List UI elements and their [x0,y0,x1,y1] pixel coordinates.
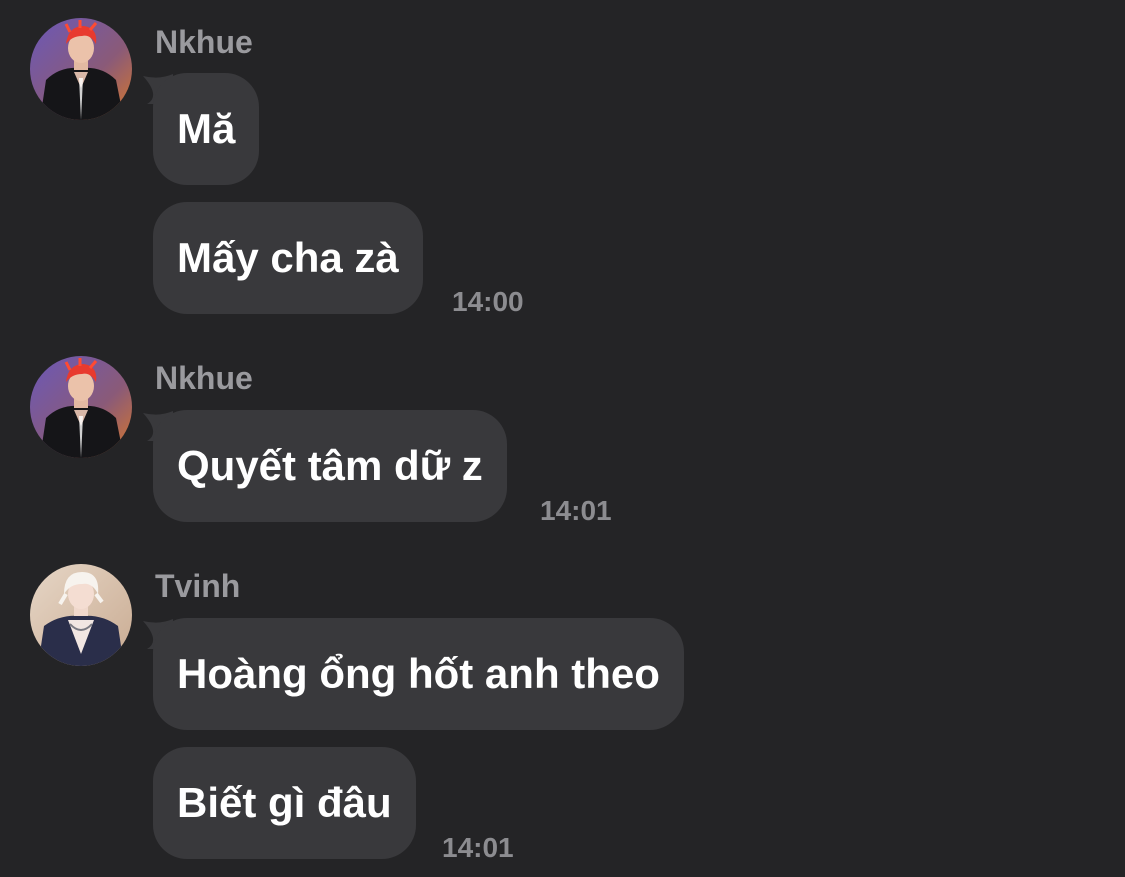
sender-name: Nkhue [155,360,253,396]
user-avatar-red-hair-icon [30,18,132,120]
message-bubble[interactable]: Mă [153,73,260,185]
sender-name: Nkhue [155,24,253,60]
user-avatar-red-hair-icon [30,356,132,458]
message-timestamp: 14:00 [452,286,524,317]
avatar-nkhue[interactable] [30,356,132,458]
message-bubble[interactable]: Quyết tâm dữ z [153,410,507,522]
avatar-tvinh[interactable] [30,564,132,666]
user-avatar-blonde-hair-icon [30,564,132,666]
message-timestamp: 14:01 [442,832,514,863]
message-bubble[interactable]: Hoàng ổng hốt anh theo [153,618,684,730]
chat-thread[interactable]: Nkhue Mă Mấy cha zà 14:00 Nkhue Quyết tâ… [0,0,1125,877]
message-bubble[interactable]: Mấy cha zà [153,202,423,314]
message-bubble[interactable]: Biết gì đâu [153,747,416,859]
avatar-nkhue[interactable] [30,18,132,120]
message-timestamp: 14:01 [540,495,612,526]
sender-name: Tvinh [155,568,241,604]
